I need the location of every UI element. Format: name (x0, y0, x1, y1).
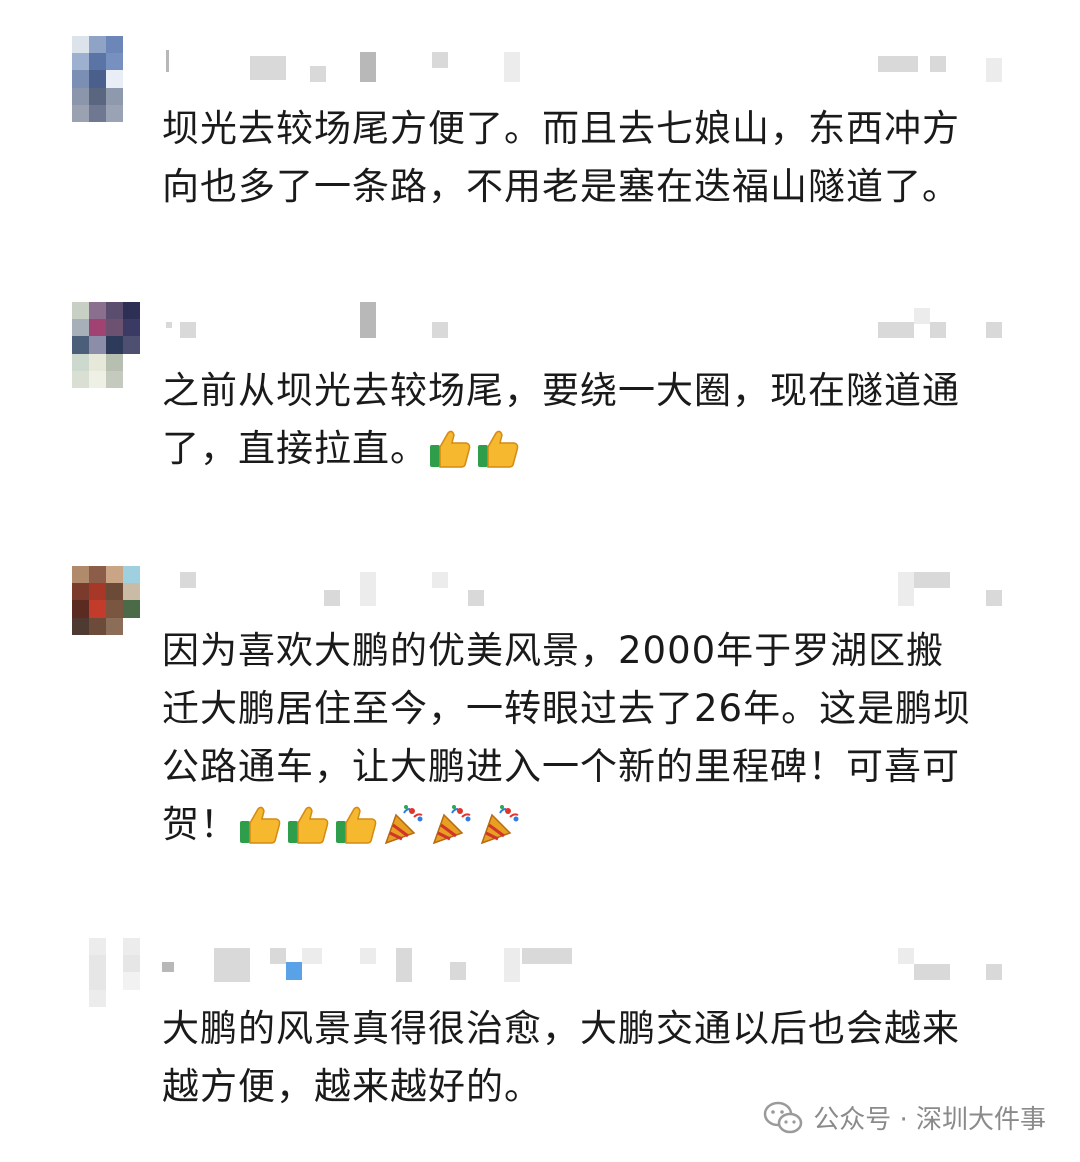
account-watermark: 公众号 · 深圳大件事 (763, 1099, 1046, 1136)
party-popper-icon (432, 804, 471, 844)
wechat-icon (763, 1101, 803, 1133)
comment-text: 因为喜欢大鹏的优美风景，2000年于罗湖区搬 迁大鹏居住至今，一转眼过去了26年… (162, 622, 1022, 856)
thumbs-up-icon (336, 806, 377, 844)
comment-text: 之前从坝光去较场尾，要绕一大圈，现在隧道通 了，直接拉直。 (162, 362, 1022, 480)
username-blurred (160, 946, 1020, 986)
comment-text: 坝光去较场尾方便了。而且去七娘山，东西冲方 向也多了一条路，不用老是塞在迭福山隧… (162, 107, 960, 208)
emoji-row (238, 798, 526, 856)
username-blurred (160, 566, 1020, 606)
avatar[interactable] (72, 938, 140, 1024)
comment-text-body: 之前从坝光去较场尾，要绕一大圈，现在隧道通 了，直接拉直。 (162, 369, 960, 470)
account-label: 公众号 · 深圳大件事 (813, 1105, 1046, 1135)
party-popper-icon (384, 804, 423, 844)
thumbs-up-icon (288, 806, 329, 844)
username-blurred (160, 46, 1020, 86)
emoji-row (428, 422, 524, 480)
thumbs-up-icon (478, 430, 519, 468)
avatar[interactable] (72, 302, 140, 388)
thumbs-up-icon (430, 430, 471, 468)
avatar[interactable] (72, 36, 140, 122)
thumbs-up-icon (240, 806, 281, 844)
username-blurred (160, 302, 1020, 342)
avatar[interactable] (72, 566, 140, 652)
party-popper-icon (480, 804, 519, 844)
